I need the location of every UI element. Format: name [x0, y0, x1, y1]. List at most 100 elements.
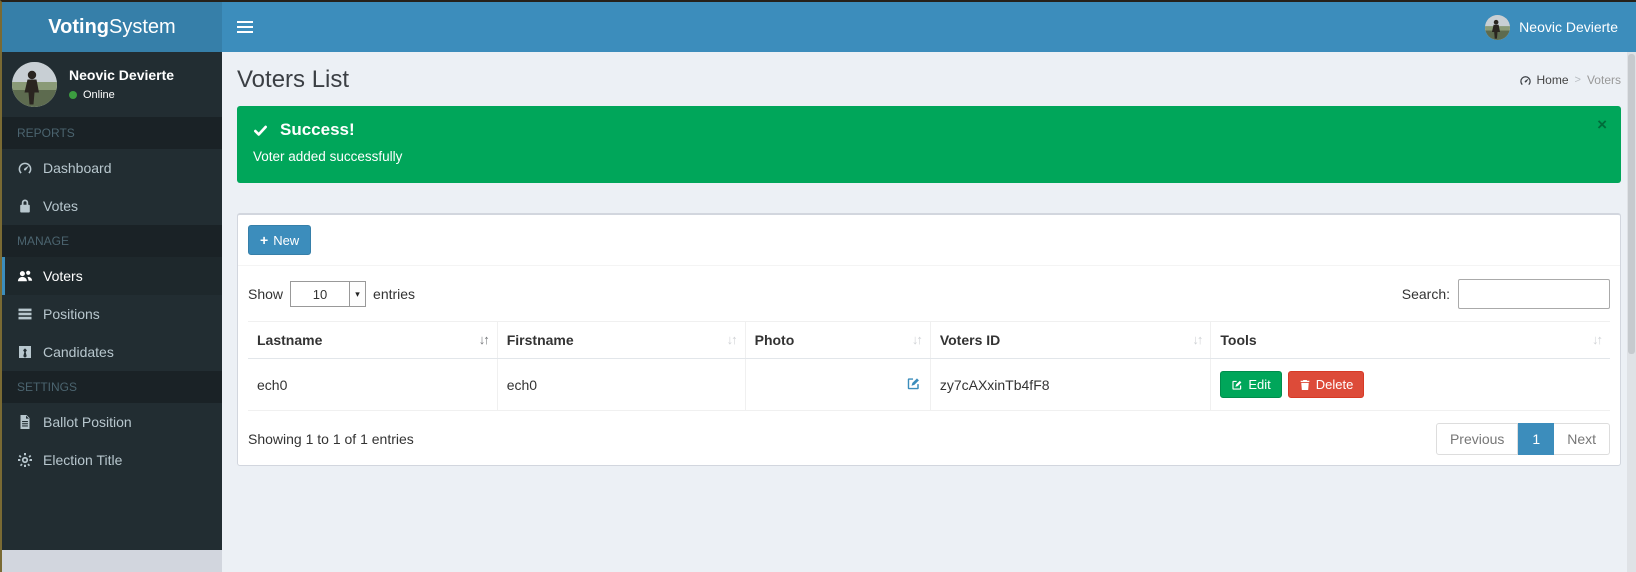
breadcrumb-current: Voters	[1587, 73, 1621, 87]
brand-logo[interactable]: VotingSystem	[2, 2, 222, 52]
file-icon	[17, 414, 33, 430]
alert-close-button[interactable]: ×	[1597, 116, 1607, 133]
sidebar-bottom-strip	[2, 550, 222, 572]
user-avatar	[12, 62, 57, 107]
list-icon	[17, 306, 33, 322]
dropdown-arrow-icon: ▾	[349, 282, 365, 306]
sidebar-item-label: Votes	[43, 198, 78, 214]
column-label: Lastname	[257, 332, 322, 348]
cell-photo	[745, 359, 930, 411]
top-navbar: VotingSystem Neovic Devierte	[2, 2, 1636, 52]
user-status-label: Online	[83, 89, 115, 101]
column-header-firstname[interactable]: ↓↑ Firstname	[497, 322, 745, 359]
brand-bold: Voting	[48, 16, 109, 38]
hamburger-icon	[237, 31, 253, 33]
show-label: Show	[248, 286, 283, 302]
user-avatar	[1485, 15, 1510, 40]
breadcrumb-separator: >	[1575, 74, 1581, 86]
entries-select[interactable]: 10 ▾	[290, 281, 366, 307]
column-header-voters-id[interactable]: ↓↑ Voters ID	[930, 322, 1211, 359]
cell-lastname: ech0	[248, 359, 497, 411]
hamburger-icon	[237, 26, 253, 28]
gauge-icon	[1519, 74, 1532, 87]
breadcrumb: Home > Voters	[1519, 73, 1621, 87]
sidebar-user-panel: Neovic Devierte Online	[2, 52, 222, 117]
new-voter-button[interactable]: + New	[248, 225, 311, 255]
delete-button-label: Delete	[1316, 377, 1354, 392]
column-label: Photo	[755, 332, 795, 348]
online-status-icon	[69, 91, 77, 99]
plus-icon: +	[260, 232, 268, 248]
hamburger-icon	[237, 21, 253, 23]
navbar-user-name: Neovic Devierte	[1519, 19, 1618, 35]
gauge-icon	[17, 160, 33, 176]
alert-message: Voter added successfully	[253, 149, 1591, 164]
entries-label: entries	[373, 286, 415, 302]
cell-tools: Edit Delete	[1211, 359, 1610, 411]
sidebar-item-label: Candidates	[43, 344, 114, 360]
check-icon	[253, 123, 268, 138]
sidebar-item-label: Dashboard	[43, 160, 112, 176]
user-status: Online	[69, 89, 174, 101]
sidebar-item-label: Voters	[43, 268, 83, 284]
success-alert: Success! Voter added successfully ×	[237, 106, 1621, 183]
sort-icon: ↓↑	[1192, 332, 1201, 347]
voters-box: + New Show 10 ▾ entries Search:	[237, 213, 1621, 466]
breadcrumb-home-link[interactable]: Home	[1519, 73, 1569, 87]
trash-icon	[1299, 379, 1311, 391]
photo-edit-icon[interactable]	[906, 376, 921, 391]
alert-title: Success!	[280, 120, 355, 140]
users-icon	[17, 268, 33, 284]
scrollbar[interactable]	[1627, 52, 1636, 572]
table-info: Showing 1 to 1 of 1 entries	[248, 431, 414, 447]
sidebar-section-settings: SETTINGS	[2, 371, 222, 403]
column-label: Firstname	[507, 332, 574, 348]
navbar-user-menu[interactable]: Neovic Devierte	[1485, 2, 1636, 52]
column-header-tools[interactable]: ↓↑ Tools	[1211, 322, 1610, 359]
sidebar: Neovic Devierte Online REPORTS Dashboard…	[2, 52, 222, 550]
sidebar-item-election-title[interactable]: Election Title	[2, 441, 222, 479]
edit-button[interactable]: Edit	[1220, 371, 1281, 398]
pagination: Previous 1 Next	[1436, 423, 1610, 455]
sidebar-item-label: Positions	[43, 306, 100, 322]
sidebar-section-manage: MANAGE	[2, 225, 222, 257]
sidebar-item-votes[interactable]: Votes	[2, 187, 222, 225]
table-row: ech0 ech0 zy7cAXxinTb4fF8	[248, 359, 1610, 411]
lock-icon	[17, 198, 33, 214]
column-header-lastname[interactable]: ↓↑ Lastname	[248, 322, 497, 359]
scrollbar-thumb[interactable]	[1628, 54, 1635, 354]
sort-icon: ↓↑	[912, 332, 921, 347]
pagination-next-button[interactable]: Next	[1554, 423, 1610, 455]
sidebar-toggle-button[interactable]	[222, 2, 267, 52]
pencil-square-icon	[1231, 379, 1243, 391]
entries-select-value: 10	[291, 282, 349, 306]
delete-button[interactable]: Delete	[1288, 371, 1365, 398]
tie-icon	[17, 344, 33, 360]
sidebar-item-candidates[interactable]: Candidates	[2, 333, 222, 371]
page-length-control: Show 10 ▾ entries	[248, 281, 415, 307]
column-header-photo[interactable]: ↓↑ Photo	[745, 322, 930, 359]
sidebar-item-dashboard[interactable]: Dashboard	[2, 149, 222, 187]
search-label: Search:	[1402, 286, 1450, 302]
brand-light: System	[109, 16, 176, 38]
cell-firstname: ech0	[497, 359, 745, 411]
sidebar-item-ballot-position[interactable]: Ballot Position	[2, 403, 222, 441]
sort-icon: ↓↑	[727, 332, 736, 347]
sidebar-item-voters[interactable]: Voters	[2, 257, 222, 295]
content-area: Voters List Home > Voters Success! Voter…	[222, 52, 1636, 572]
voters-table: ↓↑ Lastname ↓↑ Firstname ↓↑ Photo	[248, 321, 1610, 411]
cell-voters-id: zy7cAXxinTb4fF8	[930, 359, 1211, 411]
pagination-page-1-button[interactable]: 1	[1518, 423, 1554, 455]
sidebar-item-positions[interactable]: Positions	[2, 295, 222, 333]
new-button-label: New	[273, 233, 299, 248]
sidebar-user-name: Neovic Devierte	[69, 67, 174, 83]
search-input[interactable]	[1458, 279, 1610, 309]
sort-icon: ↓↑	[1592, 332, 1601, 347]
breadcrumb-home-label: Home	[1537, 73, 1569, 87]
pagination-previous-button[interactable]: Previous	[1436, 423, 1518, 455]
page-title: Voters List	[237, 66, 349, 94]
sort-asc-icon: ↓↑	[479, 332, 488, 347]
column-label: Voters ID	[940, 332, 1000, 348]
column-label: Tools	[1220, 332, 1256, 348]
app-window: VotingSystem Neovic Devierte Neovic Devi…	[0, 0, 1636, 572]
